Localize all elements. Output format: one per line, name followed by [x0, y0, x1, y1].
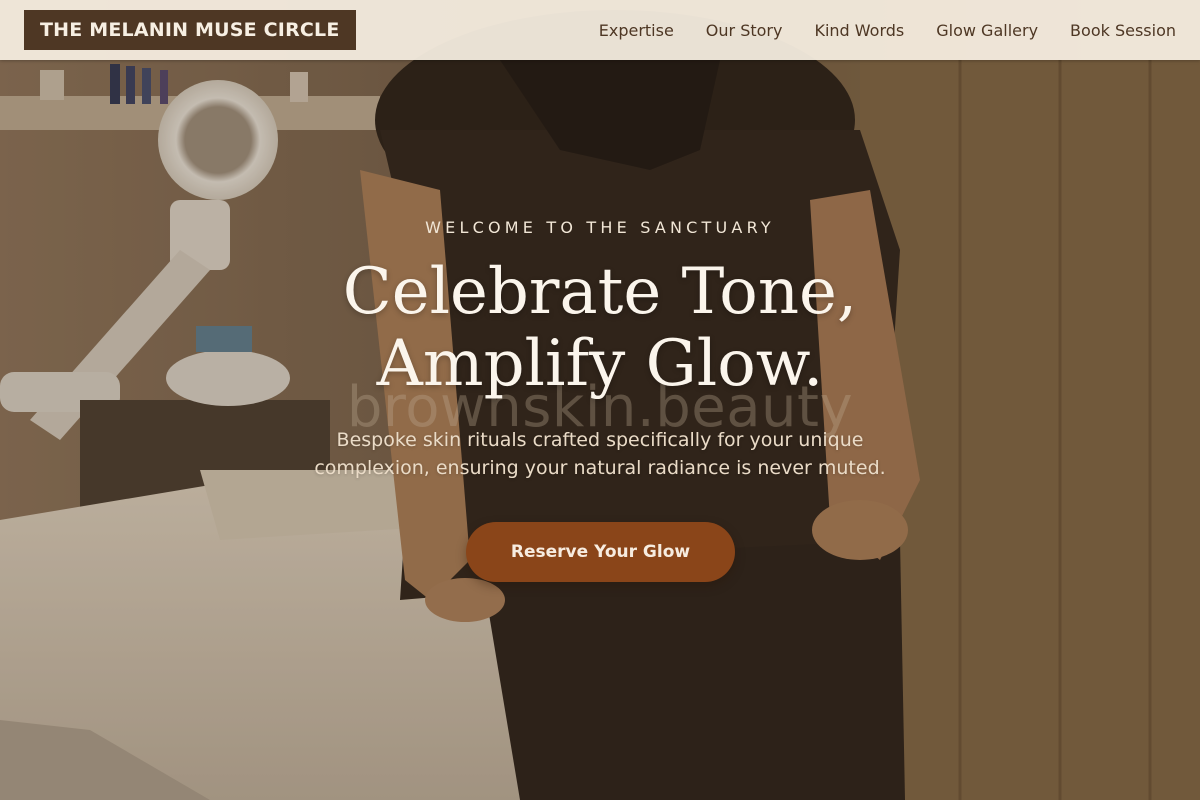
brand-logo[interactable]: THE MELANIN MUSE CIRCLE [24, 10, 356, 50]
hero-headline: Celebrate Tone, Amplify Glow. [0, 256, 1200, 400]
hero-headline-line-1: Celebrate Tone, [342, 255, 858, 329]
site-header: THE MELANIN MUSE CIRCLE Expertise Our St… [0, 0, 1200, 60]
hero-headline-line-2: Amplify Glow. [376, 327, 824, 401]
nav-link-glow-gallery[interactable]: Glow Gallery [936, 21, 1038, 40]
hero-subtext: Bespoke skin rituals crafted specificall… [314, 429, 886, 479]
nav-link-kind-words[interactable]: Kind Words [814, 21, 904, 40]
hero-eyebrow: WELCOME TO THE SANCTUARY [425, 218, 775, 237]
hero-section: WELCOME TO THE SANCTUARY brownskin.beaut… [0, 60, 1200, 800]
nav-link-book-session[interactable]: Book Session [1070, 21, 1176, 40]
nav-link-our-story[interactable]: Our Story [706, 21, 783, 40]
nav-link-expertise[interactable]: Expertise [599, 21, 674, 40]
landing-page: THE MELANIN MUSE CIRCLE Expertise Our St… [0, 0, 1200, 800]
reserve-glow-button[interactable]: Reserve Your Glow [466, 522, 735, 582]
main-nav: Expertise Our Story Kind Words Glow Gall… [599, 0, 1176, 60]
